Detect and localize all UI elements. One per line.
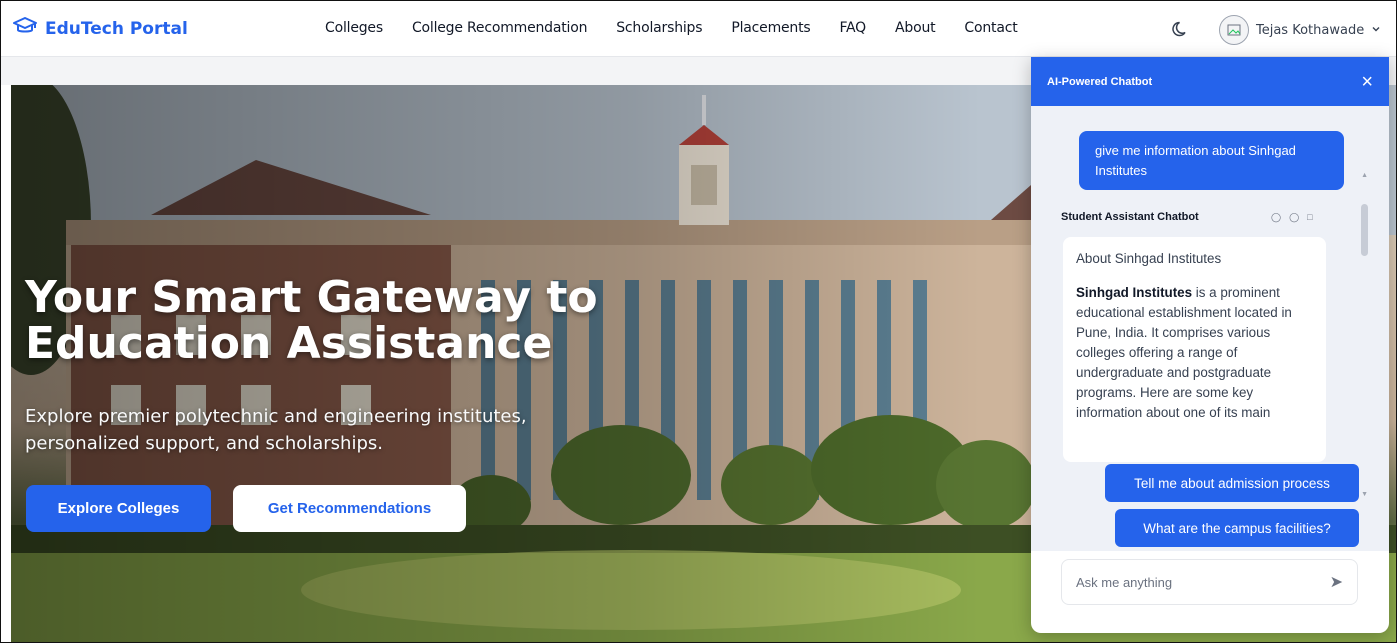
nav-scholarships[interactable]: Scholarships bbox=[616, 20, 702, 36]
moon-icon[interactable] bbox=[1171, 19, 1191, 39]
message-actions: ◯ ◯ □ bbox=[1271, 212, 1313, 223]
explore-colleges-button[interactable]: Explore Colleges bbox=[26, 485, 211, 532]
suggestion-facilities-button[interactable]: What are the campus facilities? bbox=[1115, 509, 1359, 547]
nav-placements[interactable]: Placements bbox=[731, 20, 810, 36]
brand-logo[interactable]: EduTech Portal bbox=[13, 16, 188, 41]
graduation-cap-icon bbox=[13, 16, 37, 41]
page: EduTech Portal Colleges College Recommen… bbox=[0, 0, 1397, 643]
scroll-up-icon[interactable]: ▲ bbox=[1361, 172, 1368, 179]
hero-title: Your Smart Gateway to Education Assistan… bbox=[25, 272, 598, 369]
nav-college-recommendation[interactable]: College Recommendation bbox=[412, 20, 588, 36]
send-icon[interactable]: ➤ bbox=[1330, 572, 1343, 592]
nav-about[interactable]: About bbox=[895, 20, 936, 36]
bot-message-body: Sinhgad Institutes is a prominent educat… bbox=[1076, 283, 1313, 423]
chatbot-header: AI-Powered Chatbot × bbox=[1031, 57, 1389, 106]
bot-name: Student Assistant Chatbot bbox=[1061, 211, 1199, 223]
scroll-down-icon[interactable]: ▼ bbox=[1361, 491, 1368, 498]
scrollbar[interactable] bbox=[1361, 180, 1369, 510]
hero-subtitle: Explore premier polytechnic and engineer… bbox=[25, 406, 527, 454]
thumbs-up-icon[interactable]: ◯ bbox=[1271, 212, 1281, 223]
close-icon[interactable]: × bbox=[1361, 72, 1373, 92]
nav-faq[interactable]: FAQ bbox=[839, 20, 866, 36]
bot-message-heading: About Sinhgad Institutes bbox=[1076, 251, 1222, 266]
chatbot-panel: AI-Powered Chatbot × give me information… bbox=[1031, 57, 1389, 633]
scrollbar-thumb[interactable] bbox=[1361, 204, 1368, 256]
chatbot-title: AI-Powered Chatbot bbox=[1047, 75, 1153, 88]
user-message: give me information about Sinhgad Instit… bbox=[1079, 131, 1344, 190]
nav-colleges[interactable]: Colleges bbox=[325, 20, 383, 36]
chevron-down-icon bbox=[1371, 21, 1381, 39]
bot-message-text: is a prominent educational establishment… bbox=[1076, 285, 1292, 420]
navbar: EduTech Portal Colleges College Recommen… bbox=[1, 1, 1396, 57]
copy-icon[interactable]: □ bbox=[1307, 212, 1312, 223]
get-recommendations-button[interactable]: Get Recommendations bbox=[233, 485, 466, 532]
chat-input[interactable] bbox=[1076, 574, 1330, 590]
bot-message-bold: Sinhgad Institutes bbox=[1076, 285, 1193, 300]
user-name: Tejas Kothawade bbox=[1256, 22, 1365, 38]
thumbs-down-icon[interactable]: ◯ bbox=[1289, 212, 1299, 223]
nav-links: Colleges College Recommendation Scholars… bbox=[325, 20, 1018, 36]
brand-name: EduTech Portal bbox=[45, 18, 188, 39]
suggestion-admission-button[interactable]: Tell me about admission process bbox=[1105, 464, 1359, 502]
nav-contact[interactable]: Contact bbox=[964, 20, 1017, 36]
user-menu[interactable]: Tejas Kothawade bbox=[1219, 15, 1381, 45]
chat-input-box: ➤ bbox=[1061, 559, 1358, 605]
bot-message: About Sinhgad Institutes Sinhgad Institu… bbox=[1063, 237, 1326, 462]
avatar bbox=[1219, 15, 1249, 45]
